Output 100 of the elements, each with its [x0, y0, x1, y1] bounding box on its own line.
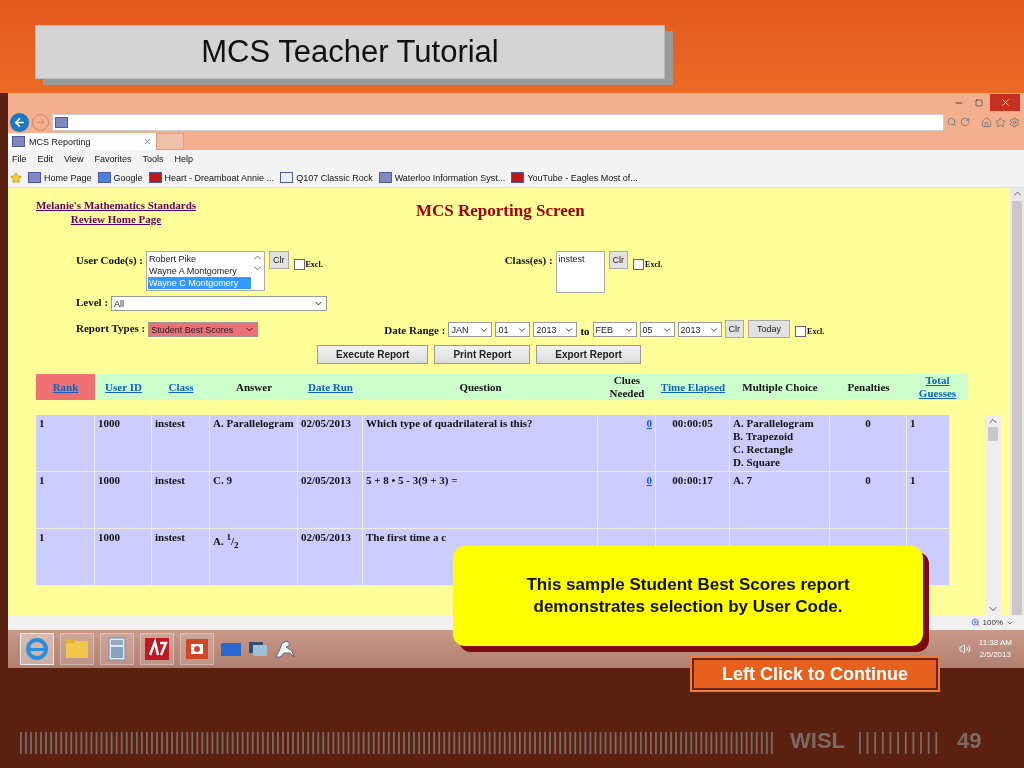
column-header: Multiple Choice [741, 379, 819, 395]
page-title: MCS Reporting Screen [416, 200, 585, 222]
favorite-link[interactable]: YouTube - Eagles Most of... [511, 172, 638, 183]
column-header[interactable]: Date Run [298, 374, 363, 400]
settings-icon[interactable] [1009, 116, 1020, 128]
date-select[interactable]: 2013 [533, 322, 578, 338]
zoom-level[interactable]: 100% [982, 618, 1003, 627]
column-header: Question [458, 379, 503, 395]
menu-item[interactable]: File [12, 154, 27, 164]
site-icon [55, 116, 68, 128]
report-button[interactable]: Execute Report [317, 345, 429, 365]
browser-tab[interactable]: MCS Reporting [8, 133, 156, 150]
new-tab-button[interactable] [156, 133, 184, 150]
address-field[interactable] [52, 113, 944, 131]
clear-button[interactable]: Clr [724, 320, 745, 339]
clear-button[interactable]: Clr [269, 250, 289, 269]
column-header: Penalties [846, 379, 891, 395]
site-icon [378, 172, 392, 183]
menu-item[interactable]: Favorites [94, 154, 132, 164]
inner-scrollbar[interactable] [985, 415, 1001, 615]
field-label: Level : [76, 296, 109, 309]
field-label: Class(es) : [504, 253, 553, 266]
star-icon[interactable] [995, 116, 1006, 128]
screens-icon[interactable] [248, 641, 268, 657]
search-icon[interactable] [947, 117, 957, 127]
list-option[interactable]: instest [557, 252, 603, 265]
user-code-list[interactable]: Robert Pike Wayne A Montgomery Wayne C Montgomery [146, 250, 265, 291]
menu-item[interactable]: Help [174, 154, 193, 164]
favorite-link[interactable]: Q107 Classic Rock [280, 172, 373, 183]
speaker-icon[interactable] [958, 643, 971, 655]
checkbox[interactable] [795, 326, 807, 338]
home-icon[interactable] [981, 116, 992, 128]
menu-item[interactable]: Tools [142, 154, 164, 164]
column-header[interactable]: Total Guesses [907, 374, 968, 400]
maximize-icon [975, 98, 983, 107]
report-type-select[interactable]: Student Best Scores [148, 322, 259, 338]
browser-icon [25, 637, 49, 661]
column-header[interactable]: Time Elapsed [656, 374, 730, 400]
home-page-link[interactable]: Melanie's Mathematics Standards Review Home Page [28, 198, 204, 226]
table-cell: 02/05/2013 [298, 529, 363, 586]
date-select[interactable]: FEB [592, 322, 637, 338]
column-header[interactable]: Class [152, 374, 210, 400]
menu-item[interactable]: Edit [37, 154, 54, 164]
close-tab-icon[interactable] [143, 137, 152, 146]
calculator-icon [108, 637, 126, 661]
scroll-thumb[interactable] [1012, 201, 1022, 615]
checkbox-label: Excl. [305, 259, 323, 269]
checkbox[interactable] [633, 258, 645, 270]
forward-arrow-icon [35, 117, 46, 127]
field-label: User Code(s) : [76, 253, 143, 266]
checkbox-label: Excl. [807, 327, 825, 337]
class-list[interactable]: instest [555, 250, 605, 293]
date-select[interactable]: 05 [639, 322, 675, 338]
folder-icon [65, 638, 89, 660]
app-icon [144, 637, 170, 661]
menu-item[interactable]: View [64, 154, 84, 164]
field-label: Report Types : [76, 322, 146, 335]
favorite-link[interactable]: Heart - Dreamboat Annie ... [148, 172, 275, 183]
favorite-link[interactable]: Home Page [28, 172, 92, 183]
range-joiner: to [580, 325, 590, 338]
list-option[interactable]: Wayne A Montgomery [148, 264, 251, 277]
brand-name: WISL [790, 728, 845, 754]
favorite-link[interactable]: Waterloo Information Syst... [378, 172, 506, 183]
page-scrollbar[interactable] [1010, 188, 1024, 615]
close-icon [999, 97, 1011, 108]
table-cell: A. $^{1}$/$_{2}$ [210, 529, 298, 586]
date-select[interactable]: JAN [448, 322, 493, 338]
date-select[interactable]: 2013 [677, 322, 722, 338]
report-button[interactable]: Export Report [536, 345, 641, 365]
page-number: 49 [957, 728, 982, 754]
back-button[interactable] [10, 112, 29, 132]
back-arrow-icon [13, 115, 26, 129]
column-header: Answer [234, 379, 274, 395]
column-header[interactable]: User ID [95, 374, 152, 400]
taskbar-app[interactable] [20, 633, 54, 665]
favorites-star-icon[interactable] [10, 171, 22, 184]
table-cell: 1000 [95, 529, 152, 586]
site-icon [12, 136, 25, 147]
today-button[interactable]: Today [748, 320, 791, 339]
list-option[interactable]: Robert Pike [148, 252, 251, 265]
table-cell: instest [152, 529, 210, 586]
horse-icon[interactable] [274, 639, 296, 659]
site-icon [97, 172, 111, 183]
refresh-icon[interactable] [960, 117, 970, 127]
date-select[interactable]: 01 [495, 322, 531, 338]
checkbox[interactable] [293, 258, 305, 270]
report-button[interactable]: Print Report [434, 345, 531, 365]
field-label: Date Range : [384, 324, 446, 337]
favorite-link[interactable]: Google [97, 172, 143, 183]
clear-button[interactable]: Clr [608, 250, 629, 269]
level-select[interactable]: All [111, 296, 328, 312]
desktop-icon[interactable] [220, 641, 242, 657]
video-icon [511, 172, 525, 183]
table-cell: 1 [36, 529, 95, 586]
column-header: Clues Needed [608, 374, 646, 400]
zoom-icon [970, 618, 980, 627]
presentation-icon [185, 637, 209, 661]
page-icon [280, 172, 294, 183]
close-button[interactable] [990, 94, 1020, 111]
scroll-thumb[interactable] [988, 427, 998, 441]
